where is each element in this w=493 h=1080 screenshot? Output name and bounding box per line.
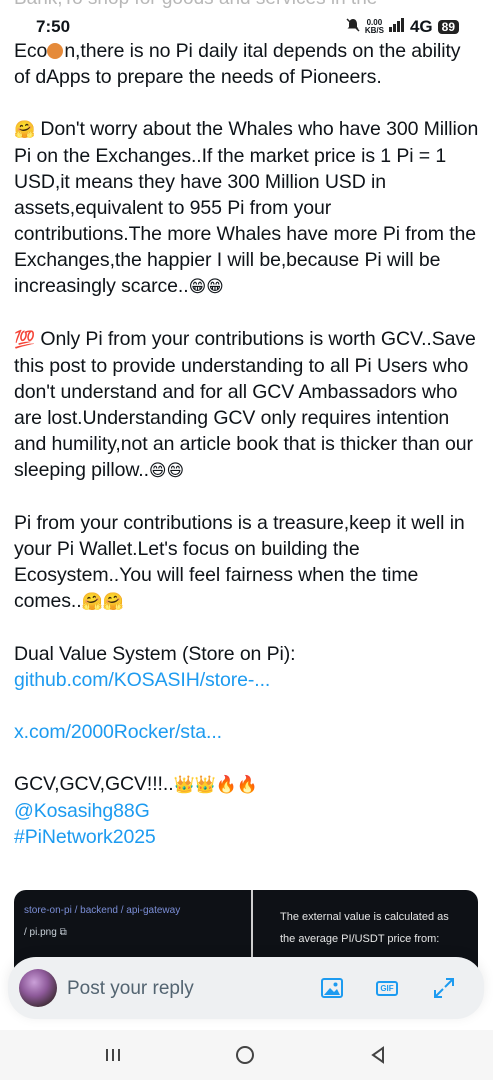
post-paragraph-1: Eco n,there is no Pi daily ital depends o… (14, 38, 480, 90)
p2-text: Don't worry about the Whales who have 30… (14, 118, 479, 297)
status-bar: 7:50 0.00 KB/S 4G 89 (0, 0, 493, 42)
mute-icon (346, 17, 360, 37)
image-icon[interactable] (319, 975, 345, 1001)
card-file-row: / pi.png ⧉ (24, 922, 180, 944)
github-link[interactable]: github.com/KOSASIH/store-... (14, 669, 270, 691)
gif-label: GIF (376, 980, 398, 996)
home-icon[interactable] (230, 1042, 260, 1068)
system-nav-bar (0, 1030, 493, 1080)
net-speed-unit: KB/S (364, 26, 384, 35)
hundred-emoji: 💯 (14, 330, 36, 349)
hashtag-link[interactable]: #PiNetwork2025 (14, 826, 156, 848)
p7-text: GCV,GCV,GCV!!!.. (14, 773, 174, 795)
reply-input[interactable]: Post your reply (67, 978, 194, 1000)
back-icon[interactable] (363, 1042, 393, 1068)
hugging-emoji: 🤗 (14, 120, 36, 139)
post-paragraph-6: x.com/2000Rocker/sta... (14, 719, 480, 745)
x-link[interactable]: x.com/2000Rocker/sta... (14, 721, 222, 743)
p3-text: Only Pi from your contributions is worth… (14, 328, 476, 481)
mention-link[interactable]: @Kosasihg88G (14, 800, 150, 822)
copy-icon: ⧉ (59, 927, 67, 938)
status-right-group: 0.00 KB/S 4G 89 (346, 17, 459, 37)
p5-label: Dual Value System (Store on Pi): (14, 643, 296, 665)
p1-end: tal (247, 40, 268, 62)
reply-bar: Post your reply GIF (8, 957, 484, 1019)
grin-emoji: 😁😁 (188, 277, 224, 296)
post-paragraph-3: 💯 Only Pi from your contributions is wor… (14, 326, 480, 484)
hug-emoji: 🤗🤗 (81, 592, 124, 611)
avatar[interactable] (19, 969, 57, 1007)
p1-prefix: Eco (14, 40, 48, 62)
menu-icon[interactable] (98, 1042, 128, 1068)
card-left-panel: store-on-pi / backend / api-gateway / pi… (24, 900, 180, 944)
crown-fire-emoji: 👑👑🔥🔥 (173, 775, 258, 794)
battery-icon: 89 (437, 20, 459, 34)
status-time: 7:50 (36, 17, 71, 36)
battery-level: 89 (441, 20, 455, 34)
card-right-text: The external value is calculated as the … (280, 911, 449, 945)
smile-emoji: 😄😄 (148, 461, 185, 480)
p1-suffix: n,there is no Pi daily i (64, 40, 248, 62)
coin-icon (47, 43, 64, 59)
gif-icon[interactable]: GIF (375, 975, 399, 1001)
network-type: 4G (409, 17, 433, 36)
net-speed: 0.00 KB/S (365, 19, 384, 35)
signal-icon (388, 17, 405, 37)
post-body: Eco n,there is no Pi daily ital depends o… (14, 38, 480, 850)
post-paragraph-4: Pi from your contributions is a treasure… (14, 510, 480, 615)
card-file: / pi.png (24, 927, 57, 938)
post-paragraph-2: 🤗 Don't worry about the Whales who have … (14, 116, 480, 300)
post-paragraph-5: Dual Value System (Store on Pi): github.… (14, 641, 480, 693)
expand-icon[interactable] (431, 975, 457, 1001)
post-paragraph-7: GCV,GCV,GCV!!!..👑👑🔥🔥 @Kosasihg88G #PiNet… (14, 771, 480, 850)
card-breadcrumb: store-on-pi / backend / api-gateway (24, 905, 181, 916)
